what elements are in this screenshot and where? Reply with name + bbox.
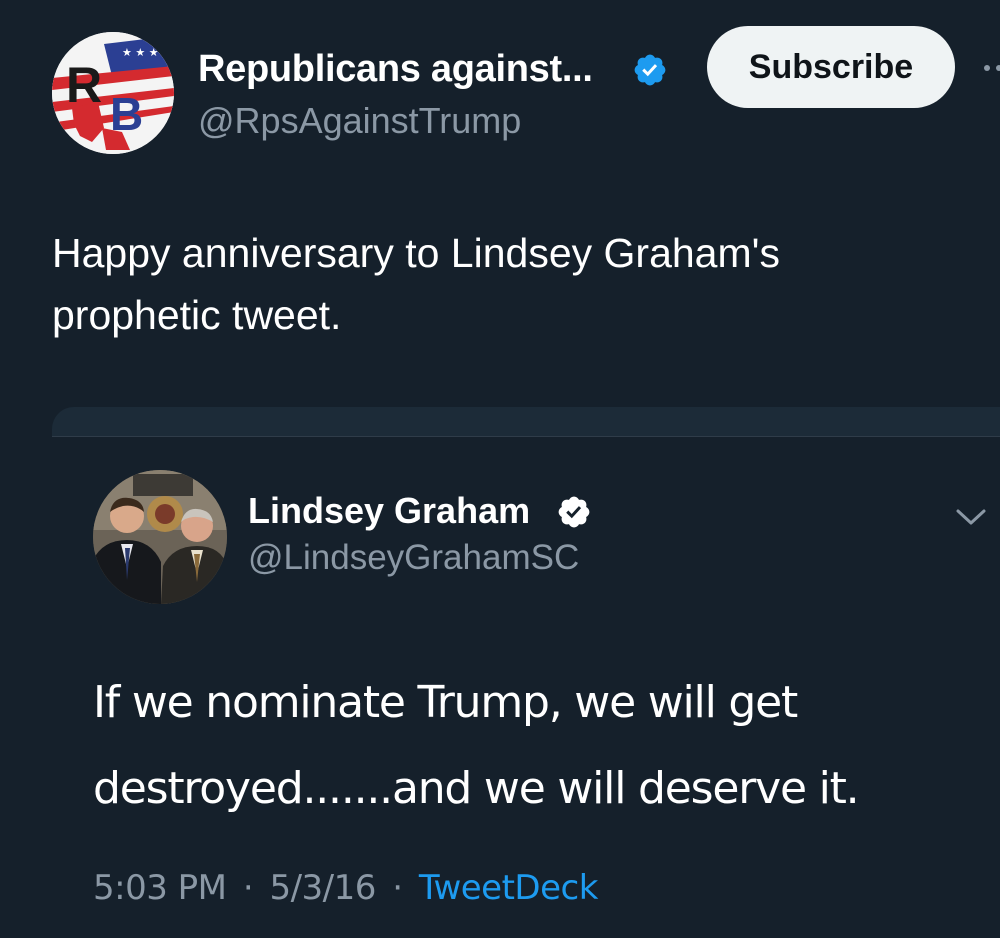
subscribe-button[interactable]: Subscribe (707, 26, 955, 108)
separator: · (242, 868, 254, 908)
quoted-author-name[interactable]: Lindsey Graham (248, 490, 530, 532)
author-avatar[interactable]: ★ ★ ★ R B (52, 32, 174, 154)
chevron-down-icon[interactable] (954, 504, 988, 530)
tweet-text-line: Happy anniversary to Lindsey Graham's (52, 230, 780, 276)
tweet-metadata: 5:03 PM · 5/3/16 · TweetDeck (93, 868, 598, 908)
verified-badge-icon (558, 496, 590, 528)
rb-logo-icon: ★ ★ ★ R B (52, 32, 174, 154)
svg-text:B: B (110, 88, 143, 140)
verified-badge-icon (634, 54, 666, 86)
author-name[interactable]: Republicans against... (198, 48, 593, 91)
quoted-tweet-card-edge (52, 407, 1000, 437)
svg-text:★ ★ ★: ★ ★ ★ (122, 46, 159, 59)
tweet-header: ★ ★ ★ R B Republicans against... @RpsAga… (52, 26, 1000, 156)
quoted-tweet-text-line: If we nominate Trump, we will get (93, 677, 798, 728)
svg-text:R: R (66, 57, 102, 113)
quoted-tweet-text-line: destroyed.......and we will deserve it. (93, 763, 860, 814)
author-handle[interactable]: @RpsAgainstTrump (198, 100, 521, 142)
tweet-source-link[interactable]: TweetDeck (419, 868, 599, 908)
quoted-author-avatar[interactable] (93, 470, 227, 604)
quoted-author-handle[interactable]: @LindseyGrahamSC (248, 538, 579, 578)
tweet-text: Happy anniversary to Lindsey Graham's pr… (52, 222, 952, 346)
separator: · (392, 868, 403, 908)
photo-avatar-icon (93, 470, 227, 604)
quoted-tweet-text: If we nominate Trump, we will get destro… (93, 660, 973, 832)
tweet-time[interactable]: 5:03 PM (93, 868, 227, 908)
more-icon[interactable] (982, 58, 1000, 78)
tweet-text-line: prophetic tweet. (52, 292, 342, 338)
tweet-date[interactable]: 5/3/16 (269, 868, 376, 908)
